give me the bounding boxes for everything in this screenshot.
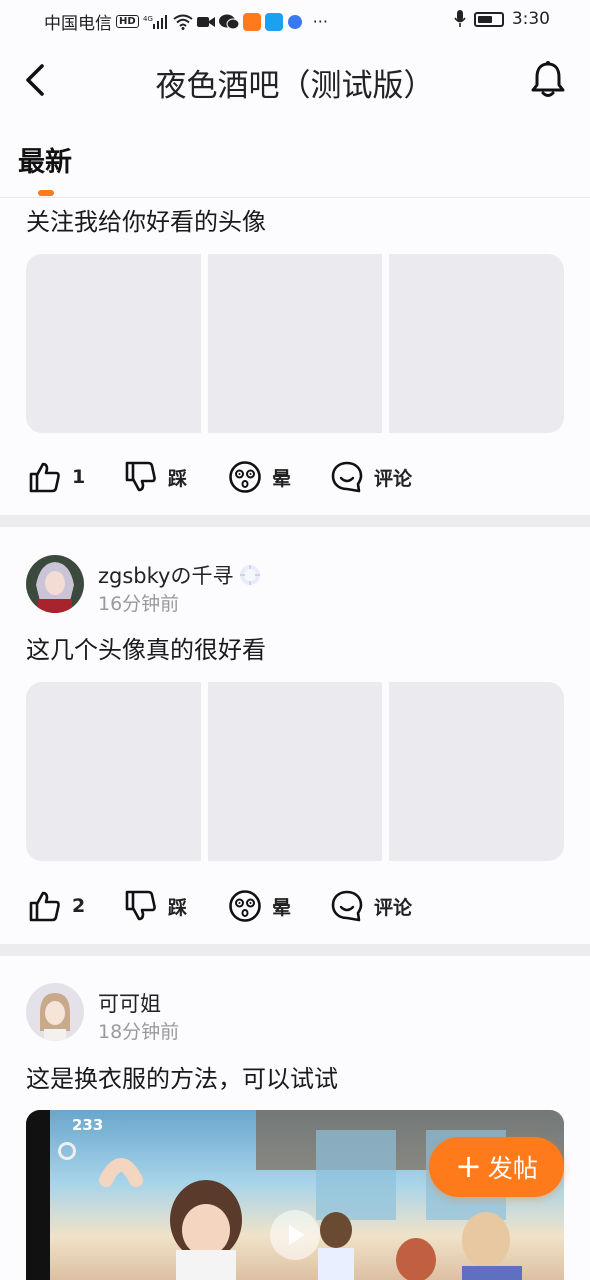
- post-time: 16分钟前: [98, 593, 180, 615]
- page-title: 夜色酒吧（测试版）: [155, 68, 435, 104]
- image-thumbnail[interactable]: [26, 254, 201, 433]
- thumbs-down-icon: [125, 461, 156, 492]
- video-call-icon: [196, 15, 215, 29]
- comment-icon: [331, 890, 363, 922]
- thumbs-down-icon: [125, 890, 156, 921]
- status-left: 中国电信 HD 4G ···: [44, 9, 328, 34]
- app-header: 夜色酒吧（测试版）: [0, 48, 590, 112]
- app-icon-blue: [264, 12, 283, 31]
- dislike-label: 踩: [168, 467, 188, 490]
- post-divider: [0, 944, 590, 956]
- image-grid: [26, 682, 564, 861]
- record-icon: [58, 1142, 76, 1160]
- avatar[interactable]: [26, 983, 84, 1041]
- thumbs-up-icon: [29, 891, 60, 922]
- video-view-count: 233: [72, 1116, 104, 1134]
- notification-button[interactable]: [530, 60, 566, 98]
- post-actions: 1 踩 晕 评论: [28, 460, 568, 496]
- image-thumbnail[interactable]: [207, 682, 383, 861]
- like-button[interactable]: 1: [28, 460, 85, 494]
- bell-icon: [531, 61, 565, 97]
- post-actions: 2 踩 晕 评论: [28, 889, 568, 925]
- dizzy-face-icon: [229, 890, 261, 922]
- comment-label: 评论: [374, 467, 413, 490]
- image-grid: [26, 254, 564, 433]
- new-post-label: 发帖: [487, 1154, 538, 1183]
- wechat-icon: [218, 14, 239, 30]
- dizzy-label: 晕: [272, 467, 292, 490]
- image-thumbnail[interactable]: [389, 682, 564, 861]
- avatar[interactable]: [26, 555, 84, 613]
- comment-button[interactable]: 评论: [330, 889, 412, 923]
- play-button[interactable]: [270, 1210, 320, 1260]
- dislike-button[interactable]: 踩: [124, 889, 187, 923]
- svg-text:4G: 4G: [143, 15, 153, 23]
- username[interactable]: 可可姐: [98, 988, 161, 1018]
- dizzy-face-icon: [229, 461, 261, 493]
- post-divider: [0, 515, 590, 527]
- post-text: 这几个头像真的很好看: [26, 636, 266, 664]
- clock: 3:30: [511, 9, 550, 29]
- dislike-label: 踩: [168, 896, 188, 919]
- dislike-button[interactable]: 踩: [124, 460, 187, 494]
- status-bar: 中国电信 HD 4G ··· 3:30: [0, 0, 590, 40]
- image-thumbnail[interactable]: [389, 254, 564, 433]
- username-text: zgsbkyの千寻: [98, 564, 234, 588]
- comment-icon: [331, 461, 363, 493]
- comment-label: 评论: [374, 896, 413, 919]
- image-thumbnail[interactable]: [26, 682, 201, 861]
- signal-icon: 4G: [143, 14, 169, 30]
- badge-icon: [240, 565, 261, 585]
- tab-indicator: [38, 190, 54, 196]
- tab-latest[interactable]: 最新: [18, 140, 72, 179]
- plus-icon: +: [455, 1146, 482, 1185]
- app-icon-orange: [242, 12, 261, 31]
- dizzy-label: 晕: [272, 896, 292, 919]
- image-thumbnail[interactable]: [207, 254, 383, 433]
- post-time: 18分钟前: [98, 1021, 180, 1043]
- post-text: 关注我给你好看的头像: [26, 208, 266, 236]
- username-text: 可可姐: [98, 992, 161, 1016]
- more-icon: ···: [312, 12, 328, 31]
- comment-button[interactable]: 评论: [330, 460, 412, 494]
- dizzy-button[interactable]: 晕: [228, 889, 291, 923]
- microphone-icon: [454, 10, 466, 28]
- browser-icon: [287, 14, 303, 30]
- thumbs-up-icon: [29, 462, 60, 493]
- hd-icon: HD: [116, 15, 139, 28]
- carrier-label: 中国电信: [44, 14, 112, 34]
- tab-bar: 最新: [0, 130, 590, 198]
- new-post-button[interactable]: + 发帖: [429, 1137, 564, 1197]
- username[interactable]: zgsbkyの千寻: [98, 560, 263, 590]
- like-button[interactable]: 2: [28, 889, 85, 923]
- like-count: 1: [72, 466, 86, 488]
- post-text: 这是换衣服的方法，可以试试: [26, 1065, 338, 1093]
- dizzy-button[interactable]: 晕: [228, 460, 291, 494]
- battery-icon: [473, 11, 504, 27]
- status-right: 3:30: [454, 9, 550, 29]
- like-count: 2: [72, 895, 86, 917]
- wifi-icon: [173, 14, 193, 30]
